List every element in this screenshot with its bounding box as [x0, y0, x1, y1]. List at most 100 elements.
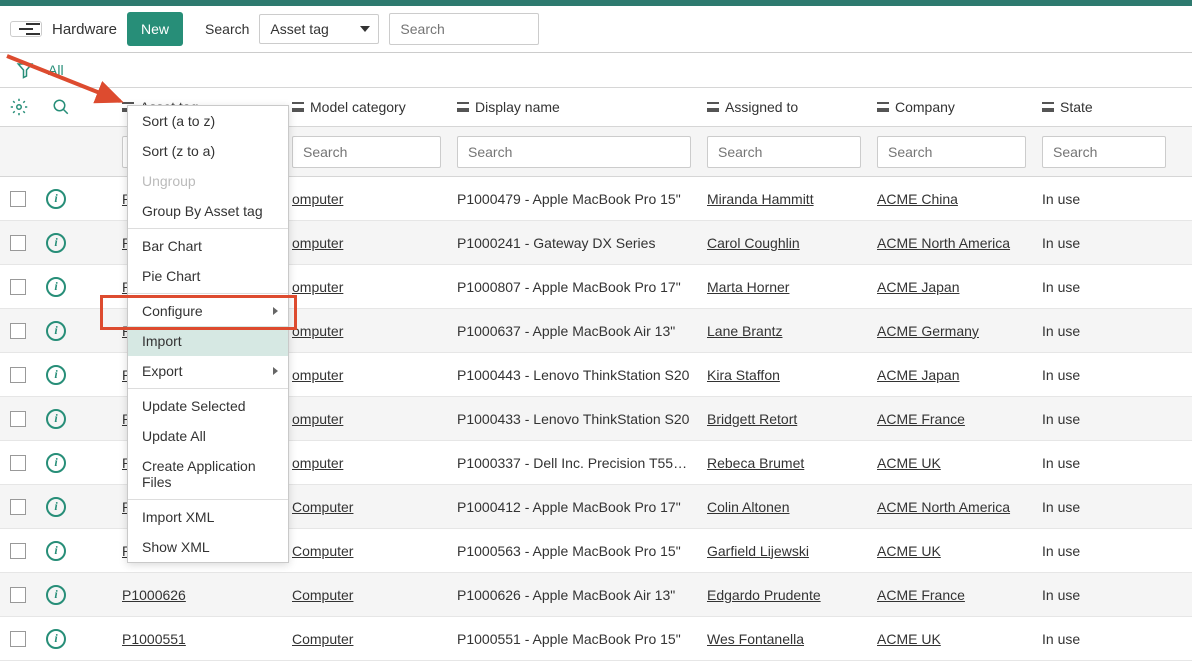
row-checkbox[interactable] — [10, 411, 26, 427]
column-header-display-name[interactable]: Display name — [449, 88, 699, 126]
search-display-name[interactable] — [457, 136, 691, 168]
menu-show-xml[interactable]: Show XML — [128, 532, 288, 562]
list-menu-button[interactable] — [10, 21, 42, 37]
menu-import[interactable]: Import — [128, 326, 288, 356]
company-link[interactable]: ACME Japan — [877, 367, 959, 383]
assigned-to-link[interactable]: Carol Coughlin — [707, 235, 800, 251]
model-category-link[interactable]: omputer — [292, 235, 343, 251]
info-icon[interactable]: i — [46, 497, 66, 517]
menu-export[interactable]: Export — [128, 356, 288, 386]
menu-update-all[interactable]: Update All — [128, 421, 288, 451]
column-header-assigned-to[interactable]: Assigned to — [699, 88, 869, 126]
company-link[interactable]: ACME Germany — [877, 323, 979, 339]
row-checkbox[interactable] — [10, 235, 26, 251]
state-cell: In use — [1034, 631, 1174, 647]
search-state[interactable] — [1042, 136, 1166, 168]
assigned-to-link[interactable]: Wes Fontanella — [707, 631, 804, 647]
menu-update-selected[interactable]: Update Selected — [128, 391, 288, 421]
filter-all-link[interactable]: All — [48, 62, 64, 78]
row-checkbox[interactable] — [10, 367, 26, 383]
model-category-link[interactable]: Computer — [292, 543, 353, 559]
assigned-to-link[interactable]: Marta Horner — [707, 279, 789, 295]
model-category-link[interactable]: omputer — [292, 367, 343, 383]
menu-pie-chart[interactable]: Pie Chart — [128, 261, 288, 291]
assigned-to-link[interactable]: Kira Staffon — [707, 367, 780, 383]
company-link[interactable]: ACME UK — [877, 543, 941, 559]
company-link[interactable]: ACME China — [877, 191, 958, 207]
model-category-link[interactable]: Computer — [292, 587, 353, 603]
row-checkbox[interactable] — [10, 631, 26, 647]
row-checkbox[interactable] — [10, 455, 26, 471]
filter-icon[interactable] — [16, 61, 34, 79]
search-field-select[interactable]: Asset tag — [259, 14, 379, 44]
menu-import-xml[interactable]: Import XML — [128, 502, 288, 532]
company-link[interactable]: ACME Japan — [877, 279, 959, 295]
info-icon[interactable]: i — [46, 453, 66, 473]
state-cell: In use — [1034, 499, 1174, 515]
assigned-to-link[interactable]: Edgardo Prudente — [707, 587, 821, 603]
gear-icon[interactable] — [10, 98, 28, 116]
info-icon[interactable]: i — [46, 629, 66, 649]
menu-sort-za[interactable]: Sort (z to a) — [128, 136, 288, 166]
display-name-cell: P1000551 - Apple MacBook Pro 15" — [449, 631, 699, 647]
state-cell: In use — [1034, 191, 1174, 207]
asset-tag-link[interactable]: P1000551 — [122, 631, 186, 647]
new-button[interactable]: New — [127, 12, 183, 46]
info-icon[interactable]: i — [46, 585, 66, 605]
column-header-model-category[interactable]: Model category — [284, 88, 449, 126]
table-row: i P1000551 Computer P1000551 - Apple MacBoo… — [0, 617, 1192, 661]
menu-configure[interactable]: Configure — [128, 296, 288, 326]
menu-sort-az[interactable]: Sort (a to z) — [128, 106, 288, 136]
display-name-cell: P1000337 - Dell Inc. Precision T5500 Wor… — [449, 455, 699, 471]
assigned-to-link[interactable]: Bridgett Retort — [707, 411, 797, 427]
menu-create-app-files[interactable]: Create Application Files — [128, 451, 288, 497]
model-category-link[interactable]: omputer — [292, 411, 343, 427]
search-field-value: Asset tag — [270, 21, 328, 37]
assigned-to-link[interactable]: Miranda Hammitt — [707, 191, 814, 207]
info-icon[interactable]: i — [46, 277, 66, 297]
display-name-cell: P1000479 - Apple MacBook Pro 15" — [449, 191, 699, 207]
display-name-cell: P1000626 - Apple MacBook Air 13" — [449, 587, 699, 603]
info-icon[interactable]: i — [46, 541, 66, 561]
search-model-category[interactable] — [292, 136, 441, 168]
company-link[interactable]: ACME France — [877, 411, 965, 427]
model-category-link[interactable]: omputer — [292, 191, 343, 207]
info-icon[interactable]: i — [46, 189, 66, 209]
info-icon[interactable]: i — [46, 321, 66, 341]
model-category-link[interactable]: Computer — [292, 631, 353, 647]
company-link[interactable]: ACME North America — [877, 235, 1010, 251]
search-icon[interactable] — [52, 98, 70, 116]
info-icon[interactable]: i — [46, 233, 66, 253]
row-checkbox[interactable] — [10, 191, 26, 207]
row-checkbox[interactable] — [10, 499, 26, 515]
search-assigned-to[interactable] — [707, 136, 861, 168]
display-name-cell: P1000412 - Apple MacBook Pro 17" — [449, 499, 699, 515]
company-link[interactable]: ACME UK — [877, 631, 941, 647]
search-input[interactable] — [389, 13, 539, 45]
menu-bar-chart[interactable]: Bar Chart — [128, 231, 288, 261]
info-icon[interactable]: i — [46, 409, 66, 429]
menu-separator — [128, 499, 288, 500]
column-header-state[interactable]: State — [1034, 88, 1174, 126]
row-checkbox[interactable] — [10, 279, 26, 295]
asset-tag-link[interactable]: P1000626 — [122, 587, 186, 603]
search-company[interactable] — [877, 136, 1026, 168]
model-category-link[interactable]: omputer — [292, 323, 343, 339]
menu-group-by[interactable]: Group By Asset tag — [128, 196, 288, 226]
model-category-link[interactable]: Computer — [292, 499, 353, 515]
company-link[interactable]: ACME UK — [877, 455, 941, 471]
model-category-link[interactable]: omputer — [292, 279, 343, 295]
menu-separator — [128, 388, 288, 389]
row-checkbox[interactable] — [10, 587, 26, 603]
assigned-to-link[interactable]: Colin Altonen — [707, 499, 790, 515]
company-link[interactable]: ACME North America — [877, 499, 1010, 515]
column-header-company[interactable]: Company — [869, 88, 1034, 126]
assigned-to-link[interactable]: Lane Brantz — [707, 323, 783, 339]
model-category-link[interactable]: omputer — [292, 455, 343, 471]
company-link[interactable]: ACME France — [877, 587, 965, 603]
row-checkbox[interactable] — [10, 323, 26, 339]
assigned-to-link[interactable]: Garfield Lijewski — [707, 543, 809, 559]
assigned-to-link[interactable]: Rebeca Brumet — [707, 455, 804, 471]
row-checkbox[interactable] — [10, 543, 26, 559]
info-icon[interactable]: i — [46, 365, 66, 385]
